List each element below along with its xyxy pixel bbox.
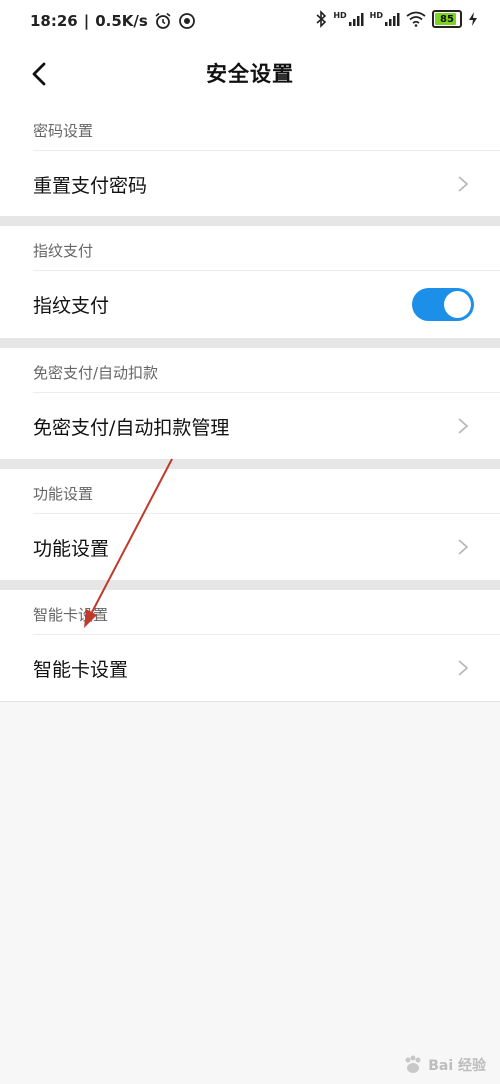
chevron-right-icon bbox=[458, 176, 469, 192]
reset-payment-password-row[interactable]: 重置支付密码 bbox=[0, 151, 500, 217]
signal-2: HD bbox=[370, 11, 400, 27]
smart-card-settings-row[interactable]: 智能卡设置 bbox=[0, 635, 500, 701]
paw-icon bbox=[405, 1055, 421, 1073]
toggle-knob bbox=[444, 290, 471, 318]
section-header: 功能设置 bbox=[33, 485, 94, 503]
status-separator: | bbox=[83, 12, 90, 30]
network-label-2: HD bbox=[369, 11, 383, 20]
section-features: 功能设置 功能设置 bbox=[0, 469, 500, 580]
row-label: 重置支付密码 bbox=[33, 174, 148, 197]
signal-bars-icon bbox=[385, 13, 400, 26]
status-left: 18:26 | 0.5K/s bbox=[30, 12, 196, 30]
section-smart-card: 智能卡设置 智能卡设置 bbox=[0, 590, 500, 702]
battery-icon: 85 bbox=[432, 10, 462, 28]
wifi-icon bbox=[406, 11, 426, 27]
section-header: 指纹支付 bbox=[33, 242, 94, 260]
section-fingerprint: 指纹支付 指纹支付 bbox=[0, 226, 500, 338]
alarm-icon bbox=[155, 12, 171, 29]
chevron-right-icon bbox=[458, 539, 469, 555]
status-bar: 18:26 | 0.5K/s HD HD 85 bbox=[0, 0, 500, 44]
section-divider bbox=[0, 216, 500, 226]
section-header: 密码设置 bbox=[33, 122, 94, 140]
section-password: 密码设置 重置支付密码 bbox=[0, 106, 500, 216]
page-title: 安全设置 bbox=[206, 62, 294, 86]
fingerprint-payment-row[interactable]: 指纹支付 bbox=[0, 271, 500, 337]
battery-level: 85 bbox=[440, 13, 454, 25]
section-divider bbox=[0, 338, 500, 348]
row-label: 智能卡设置 bbox=[33, 658, 129, 681]
watermark: Bai 经验 bbox=[402, 1054, 486, 1076]
app-header: 安全设置 bbox=[0, 44, 500, 106]
feature-settings-row[interactable]: 功能设置 bbox=[0, 514, 500, 580]
row-label: 指纹支付 bbox=[33, 294, 110, 317]
status-speed: 0.5K/s bbox=[95, 12, 148, 30]
watermark-text: Bai 经验 bbox=[428, 1058, 486, 1074]
signal-1: HD bbox=[333, 11, 364, 27]
section-divider bbox=[0, 580, 500, 590]
section-divider bbox=[0, 459, 500, 469]
network-label-1: HD bbox=[333, 11, 347, 20]
password-free-management-row[interactable]: 免密支付/自动扣款管理 bbox=[0, 393, 500, 459]
bluetooth-icon bbox=[316, 10, 327, 28]
status-right: HD HD 85 bbox=[315, 10, 478, 28]
charging-icon bbox=[469, 12, 477, 26]
status-time: 18:26 bbox=[30, 12, 78, 30]
section-header: 智能卡设置 bbox=[33, 606, 109, 624]
section-header: 免密支付/自动扣款 bbox=[33, 364, 159, 382]
chevron-right-icon bbox=[458, 418, 469, 434]
fingerprint-toggle[interactable] bbox=[412, 287, 474, 321]
sync-icon bbox=[178, 13, 195, 29]
chevron-right-icon bbox=[458, 660, 469, 676]
signal-bars-icon bbox=[348, 13, 364, 26]
row-label: 免密支付/自动扣款管理 bbox=[33, 416, 230, 439]
section-password-free: 免密支付/自动扣款 免密支付/自动扣款管理 bbox=[0, 348, 500, 459]
row-label: 功能设置 bbox=[33, 537, 110, 560]
